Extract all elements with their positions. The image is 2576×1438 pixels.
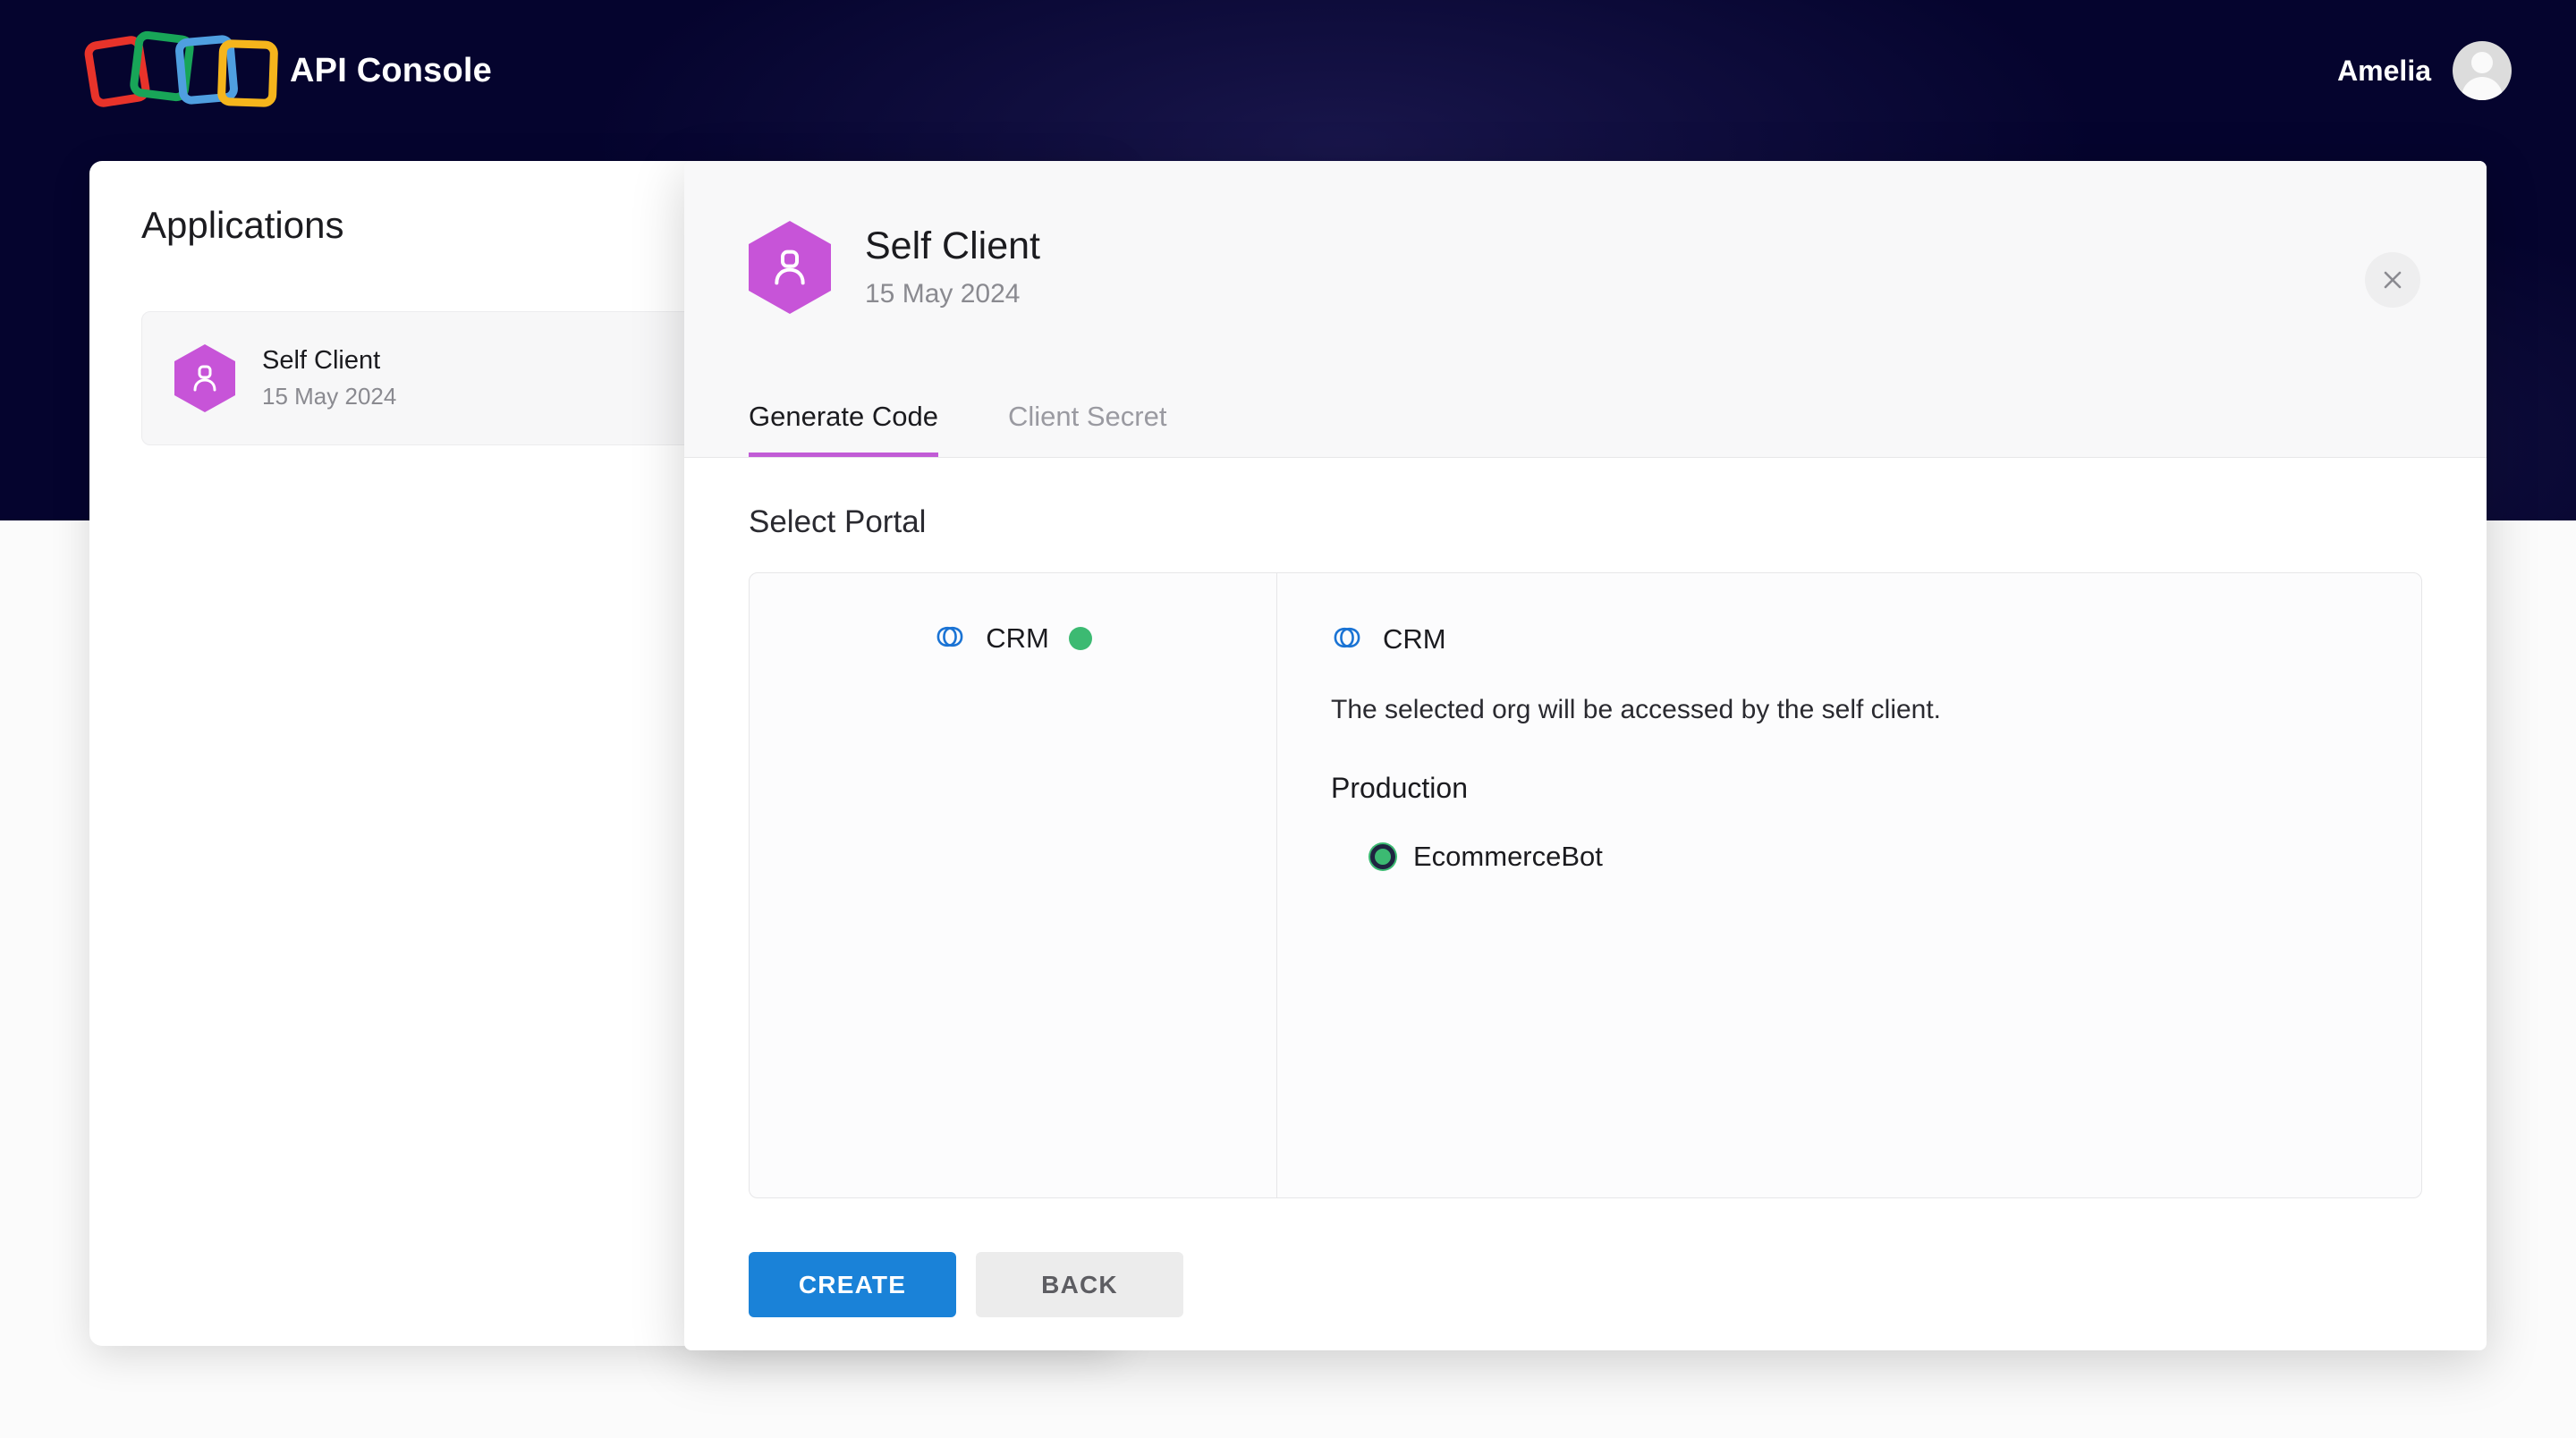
portal-list: CRM — [750, 573, 1277, 1197]
portal-detail-head: CRM — [1331, 623, 2421, 656]
page-title: Applications — [141, 204, 344, 246]
logo-square-yellow — [216, 38, 279, 108]
portal-detail-title: CRM — [1383, 623, 1446, 655]
dialog-header: Self Client 15 May 2024 — [684, 161, 2487, 374]
radio-selected-icon[interactable] — [1370, 844, 1395, 869]
app-root: API Console Amelia Applications Self Cli… — [0, 0, 2576, 1438]
list-item-name: Self Client — [262, 346, 381, 375]
dialog-actions: CREATE BACK — [749, 1252, 2422, 1350]
user-avatar-icon[interactable] — [2453, 41, 2512, 100]
portal-detail-description: The selected org will be accessed by the… — [1331, 695, 1942, 724]
portal-selector: CRM CRM The selected org will be accesse… — [749, 572, 2422, 1198]
back-button[interactable]: BACK — [976, 1252, 1183, 1317]
self-client-dialog: Self Client 15 May 2024 Generate Code Cl… — [684, 161, 2487, 1350]
person-hexagon-icon — [749, 221, 831, 314]
dialog-subtitle: 15 May 2024 — [865, 278, 1021, 309]
create-button[interactable]: CREATE — [749, 1252, 956, 1317]
dialog-body: Select Portal CRM CRM The selected org w… — [684, 504, 2487, 1350]
dialog-title-block: Self Client 15 May 2024 — [865, 225, 1040, 309]
select-portal-label: Select Portal — [749, 504, 927, 539]
list-item-texts: Self Client 15 May 2024 — [262, 346, 396, 410]
navbar: API Console Amelia — [0, 0, 2576, 141]
zoho-crm-icon — [1331, 624, 1363, 656]
tab-generate-code[interactable]: Generate Code — [749, 401, 938, 457]
list-item-date: 15 May 2024 — [262, 383, 397, 410]
zoho-crm-icon — [934, 623, 966, 655]
portal-list-item-crm[interactable]: CRM — [934, 622, 1092, 655]
four-squares-logo-icon — [82, 30, 279, 112]
dialog-tabs: Generate Code Client Secret — [684, 374, 2487, 458]
user-menu[interactable]: Amelia — [2337, 41, 2512, 100]
brand[interactable]: API Console — [82, 30, 493, 112]
brand-title: API Console — [290, 51, 493, 89]
portal-name: CRM — [986, 622, 1049, 654]
close-icon[interactable] — [2365, 252, 2420, 308]
environment-label: Production — [1331, 772, 1468, 804]
tab-client-secret[interactable]: Client Secret — [1008, 401, 1166, 457]
person-hexagon-icon — [174, 344, 235, 412]
org-name: EcommerceBot — [1413, 841, 1603, 872]
org-option-ecommercebot[interactable]: EcommerceBot — [1370, 841, 2421, 873]
user-name: Amelia — [2337, 54, 2431, 87]
portal-detail: CRM The selected org will be accessed by… — [1277, 573, 2421, 1197]
dialog-title: Self Client — [865, 224, 1040, 268]
green-status-dot — [1068, 627, 1092, 650]
